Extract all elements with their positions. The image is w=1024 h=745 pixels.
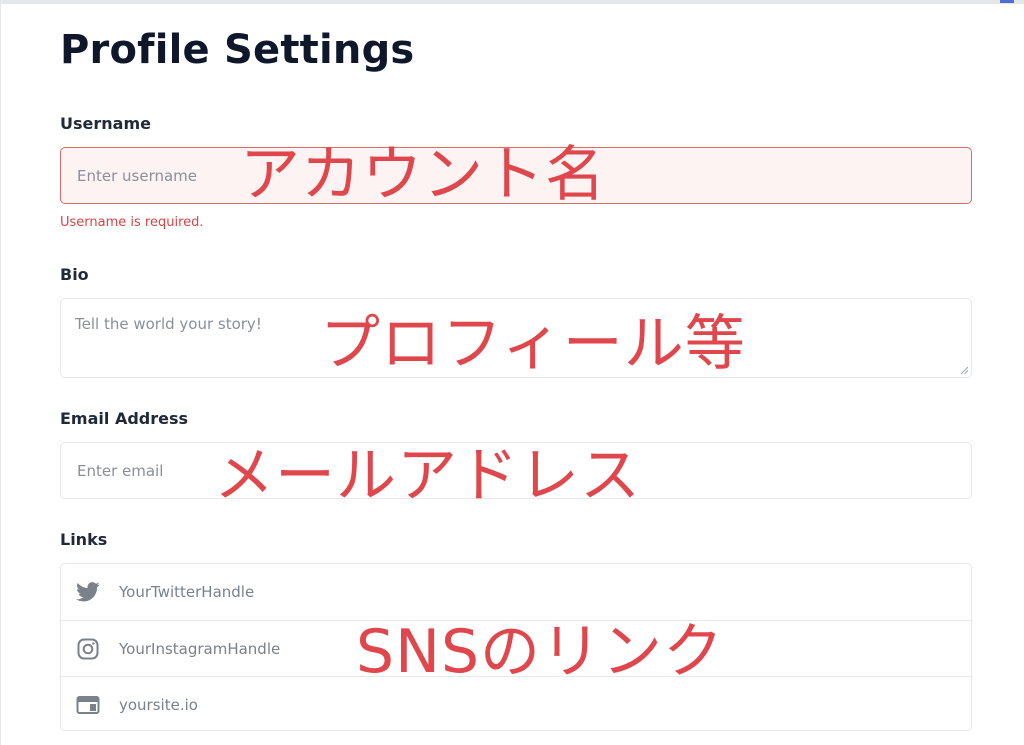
website-url-input[interactable] (117, 694, 901, 715)
twitter-icon (75, 580, 101, 604)
links-label: Links (60, 530, 108, 549)
link-row-twitter (61, 564, 971, 620)
top-accent (1000, 0, 1014, 3)
email-label: Email Address (60, 409, 189, 428)
annotation-profile: プロフィール等 (320, 309, 746, 379)
page-title: Profile Settings (60, 27, 415, 73)
website-icon (75, 693, 101, 717)
instagram-icon (75, 637, 101, 661)
annotation-email-address: メールアドレス (214, 441, 641, 511)
username-label: Username (60, 114, 151, 133)
left-border (0, 0, 1, 745)
bio-label: Bio (60, 265, 89, 284)
annotation-sns-links: SNSのリンク (356, 617, 725, 687)
twitter-handle-input[interactable] (117, 582, 901, 602)
username-error-message: Username is required. (60, 215, 204, 230)
resize-handle-icon[interactable] (960, 366, 969, 375)
top-border (0, 0, 1024, 4)
annotation-account-name: アカウント名 (240, 140, 606, 210)
